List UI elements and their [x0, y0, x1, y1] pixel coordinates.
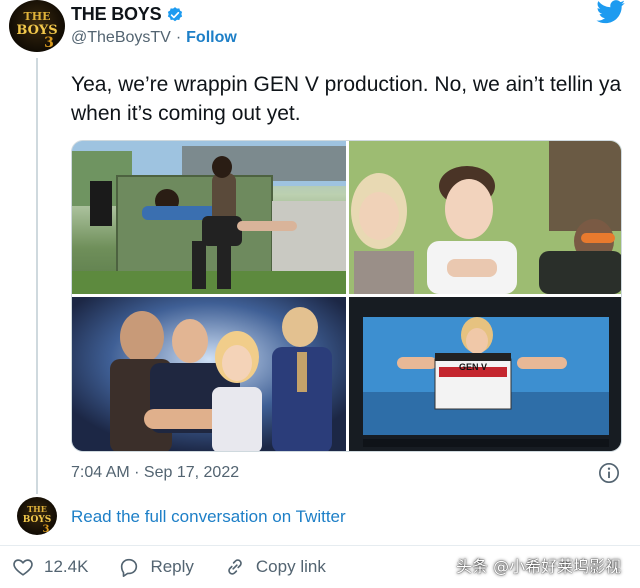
copy-link-label: Copy link: [255, 557, 326, 576]
account-avatar[interactable]: THE BOYS 3: [9, 0, 65, 52]
info-icon[interactable]: [598, 462, 620, 484]
reply-label: Reply: [150, 557, 194, 576]
svg-text:THE: THE: [24, 10, 51, 23]
conversation-avatar[interactable]: THE BOYS 3: [17, 497, 57, 535]
photo-cast-bench[interactable]: [72, 141, 346, 294]
reply-bubble-icon: [121, 558, 138, 577]
twitter-bird-icon[interactable]: [596, 0, 626, 24]
divider: [0, 545, 640, 546]
account-handle[interactable]: @TheBoysTV: [71, 29, 171, 47]
handle-row: @TheBoysTV · Follow: [71, 29, 237, 47]
svg-text:3: 3: [43, 524, 50, 535]
follow-button[interactable]: Follow: [186, 29, 237, 47]
the-boys-logo-small: THE BOYS 3: [23, 504, 52, 535]
tweet-text: Yea, we’re wrappin GEN V production. No,…: [71, 73, 622, 125]
photo-poster-supes-illustration: [72, 297, 346, 451]
tweet-actions: 12.4K Reply Copy link: [12, 556, 356, 578]
photo-cast-bench-illustration: [72, 141, 346, 294]
photo-poster-supes[interactable]: [72, 297, 346, 451]
photo-cast-selfie-illustration: [349, 141, 621, 294]
like-count: 12.4K: [44, 557, 89, 576]
account-name-text[interactable]: THE BOYS: [71, 4, 162, 25]
reply-button[interactable]: Reply: [118, 556, 194, 578]
tweet-timestamp[interactable]: 7:04 AM · Sep 17, 2022: [71, 464, 239, 482]
svg-text:THE: THE: [27, 504, 47, 514]
clapper-title: GEN V: [459, 362, 487, 372]
read-full-conversation-link[interactable]: Read the full conversation on Twitter: [71, 507, 346, 527]
photo-clapperboard-illustration: GEN V: [349, 297, 621, 451]
source-watermark: 头条 @小希好莱坞影视: [456, 557, 622, 576]
the-boys-logo: THE BOYS 3: [16, 10, 57, 51]
heart-icon: [13, 559, 33, 576]
link-icon: [228, 559, 242, 575]
like-button[interactable]: 12.4K: [12, 556, 88, 578]
photo-cast-selfie[interactable]: [349, 141, 621, 294]
photo-clapperboard[interactable]: GEN V: [349, 297, 621, 451]
svg-text:3: 3: [44, 35, 54, 51]
copy-link-button[interactable]: Copy link: [224, 556, 326, 578]
thread-line: [36, 58, 38, 494]
verified-badge-icon: [168, 6, 183, 21]
separator-dot: ·: [175, 29, 182, 46]
account-name[interactable]: THE BOYS: [71, 4, 184, 25]
media-grid[interactable]: GEN V: [71, 140, 622, 452]
